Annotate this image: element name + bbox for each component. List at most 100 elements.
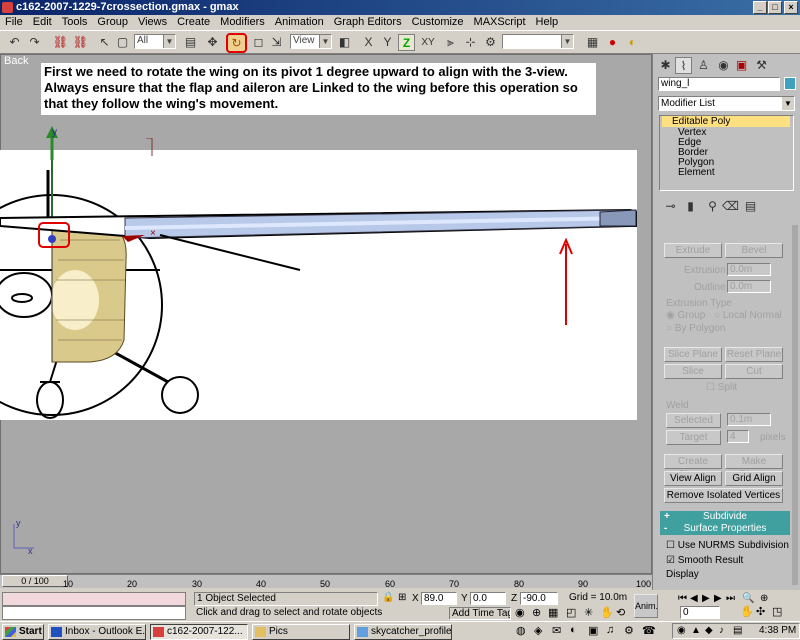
menu-edit[interactable]: Edit bbox=[28, 15, 57, 28]
maxscript-input-mini[interactable] bbox=[2, 606, 186, 620]
zoom-all-icon[interactable]: ▦ bbox=[548, 606, 558, 619]
subdivide-rollout[interactable]: + Subdivide bbox=[660, 511, 790, 523]
zoom-icon[interactable]: ⊕ bbox=[532, 606, 541, 619]
next-frame-icon[interactable]: ▶ bbox=[714, 593, 722, 604]
x-coordinate-field[interactable]: 89.0 bbox=[421, 592, 457, 605]
by-polygon-radio[interactable]: ○ By Polygon bbox=[666, 323, 725, 334]
menu-modifiers[interactable]: Modifiers bbox=[215, 15, 270, 28]
close-button[interactable]: × bbox=[784, 1, 798, 14]
viewport-label[interactable]: Back bbox=[4, 55, 28, 67]
pin-stack-icon[interactable]: ⊸ bbox=[662, 198, 679, 215]
create-tab-icon[interactable]: ✱ bbox=[657, 57, 674, 74]
select-and-squash-icon[interactable]: ⇲ bbox=[268, 34, 285, 51]
material-editor-icon[interactable]: ▦ bbox=[584, 34, 601, 51]
local-normal-radio[interactable]: ○ Local Normal bbox=[714, 310, 782, 321]
hierarchy-tab-icon[interactable]: ♙ bbox=[695, 57, 712, 74]
gmax-app-icon[interactable] bbox=[2, 2, 13, 13]
orbit-icon[interactable]: ⊕ bbox=[760, 593, 768, 604]
command-panel-scrollbar[interactable] bbox=[792, 225, 798, 585]
motion-tab-icon[interactable]: ◉ bbox=[715, 57, 732, 74]
extrude-button[interactable]: Extrude bbox=[664, 243, 722, 258]
tray-app-icon[interactable]: ✉ bbox=[552, 624, 561, 637]
stack-item-editable-poly[interactable]: Editable Poly bbox=[662, 116, 790, 127]
cut-button[interactable]: Cut bbox=[725, 364, 783, 379]
menu-views[interactable]: Views bbox=[133, 15, 172, 28]
extrusion-spinner[interactable]: 0.0m bbox=[727, 263, 771, 276]
select-and-link-icon[interactable]: ⛓ bbox=[52, 34, 69, 51]
clock[interactable]: 4:38 PM bbox=[759, 625, 796, 636]
go-to-end-icon[interactable]: ⏭ bbox=[726, 593, 735, 604]
add-time-tag-button[interactable]: Add Time Tag bbox=[449, 607, 511, 620]
display-tab-icon[interactable]: ▣ bbox=[733, 57, 750, 74]
weld-threshold-spinner[interactable]: 0.1m bbox=[727, 413, 771, 426]
orbit-view-icon[interactable]: ✣ bbox=[756, 605, 765, 618]
z-coordinate-field[interactable]: -90.0 bbox=[520, 592, 558, 605]
utilities-tab-icon[interactable]: ⚒ bbox=[753, 57, 770, 74]
render-icon[interactable]: ● bbox=[604, 34, 621, 51]
modify-tab-icon[interactable]: ⌇ bbox=[675, 57, 692, 74]
play-icon[interactable]: ▶ bbox=[702, 593, 710, 604]
previous-frame-icon[interactable]: ◀ bbox=[690, 593, 698, 604]
selection-filter-dropdown[interactable]: All ▼ bbox=[134, 34, 176, 49]
remove-isolated-vertices-button[interactable]: Remove Isolated Vertices bbox=[664, 488, 783, 503]
slice-plane-button[interactable]: Slice Plane bbox=[664, 347, 722, 362]
named-selection-dropdown[interactable]: ▼ bbox=[502, 34, 574, 49]
tray-app-icon[interactable]: ▣ bbox=[588, 624, 598, 637]
zoom-extents-icon[interactable]: ◰ bbox=[566, 606, 576, 619]
network-icon[interactable]: ▤ bbox=[733, 625, 742, 636]
view-align-button[interactable]: View Align bbox=[664, 471, 722, 486]
tray-app-icon[interactable]: ◍ bbox=[516, 624, 526, 637]
restrict-x-icon[interactable]: X bbox=[360, 34, 377, 51]
maximize-viewport-icon[interactable]: ◳ bbox=[772, 605, 782, 618]
restrict-y-icon[interactable]: Y bbox=[379, 34, 396, 51]
select-and-scale-icon[interactable]: ◻ bbox=[250, 34, 267, 51]
menu-help[interactable]: Help bbox=[531, 15, 564, 28]
pan-view-icon[interactable]: ✋ bbox=[740, 605, 754, 618]
make-planar-button[interactable]: Make Planar bbox=[725, 454, 783, 480]
menu-file[interactable]: File bbox=[0, 15, 28, 28]
tray-icon[interactable]: ▲ bbox=[691, 625, 701, 636]
smooth-result-checkbox[interactable]: ☑ Smooth Result bbox=[666, 555, 743, 566]
configure-sets-icon[interactable]: ▤ bbox=[742, 198, 759, 215]
key-mode-icon[interactable]: ◉ bbox=[515, 606, 525, 619]
menu-group[interactable]: Group bbox=[92, 15, 133, 28]
tray-icon[interactable]: ◉ bbox=[677, 625, 686, 636]
pan-icon[interactable]: ✋ bbox=[600, 606, 614, 619]
remove-modifier-icon[interactable]: ⌫ bbox=[722, 198, 739, 215]
three-view-drawing[interactable]: × bbox=[0, 130, 638, 420]
menu-graph-editors[interactable]: Graph Editors bbox=[329, 15, 407, 28]
volume-icon[interactable]: ♪ bbox=[719, 625, 724, 636]
select-by-name-icon[interactable]: ▤ bbox=[182, 34, 199, 51]
unlink-icon[interactable]: ⛓ bbox=[72, 34, 89, 51]
tray-app-icon[interactable]: ◈ bbox=[534, 624, 542, 637]
select-object-icon[interactable]: ↖ bbox=[96, 34, 113, 51]
reference-coordinate-dropdown[interactable]: View ▼ bbox=[290, 34, 332, 49]
select-and-rotate-icon[interactable]: ↻ bbox=[226, 33, 247, 53]
tray-app-icon[interactable]: ♫ bbox=[606, 624, 614, 636]
absolute-mode-icon[interactable]: ⊞ bbox=[398, 592, 406, 603]
arc-rotate-icon[interactable]: ⟲ bbox=[616, 606, 625, 619]
mirror-icon[interactable]: ⫸ bbox=[442, 34, 459, 51]
split-checkbox[interactable]: ☐ Split bbox=[706, 382, 737, 393]
title-bar[interactable]: c162-2007-1229-7crossection.gmax - gmax … bbox=[0, 0, 800, 15]
group-radio[interactable]: ◉ Group bbox=[666, 310, 705, 321]
tray-app-icon[interactable]: ◐ bbox=[570, 624, 577, 636]
minimize-button[interactable]: _ bbox=[753, 1, 767, 14]
stack-item-element[interactable]: Element bbox=[678, 167, 715, 178]
current-frame-field[interactable]: 0 bbox=[680, 606, 720, 619]
lock-selection-icon[interactable]: 🔒 bbox=[382, 592, 394, 603]
outline-spinner[interactable]: 0.0m bbox=[727, 280, 771, 293]
target-button[interactable]: Target bbox=[666, 430, 721, 445]
maxscript-listener-mini[interactable] bbox=[2, 592, 186, 606]
task-gmax[interactable]: c162-2007-122... bbox=[150, 624, 248, 640]
align-icon[interactable]: ⊹ bbox=[462, 34, 479, 51]
modifier-list-dropdown[interactable]: Modifier List ▼ bbox=[658, 96, 795, 111]
task-skycatcher[interactable]: skycatcher_profile... bbox=[354, 624, 452, 640]
menu-tools[interactable]: Tools bbox=[57, 15, 93, 28]
menu-create[interactable]: Create bbox=[172, 15, 215, 28]
make-unique-icon[interactable]: ⚲ bbox=[704, 198, 721, 215]
target-pixels-spinner[interactable]: 4 bbox=[727, 430, 749, 443]
redo-icon[interactable]: ↷ bbox=[26, 34, 43, 51]
create-shape-button[interactable]: Create Shape bbox=[664, 454, 722, 480]
object-color-swatch[interactable] bbox=[784, 77, 796, 90]
